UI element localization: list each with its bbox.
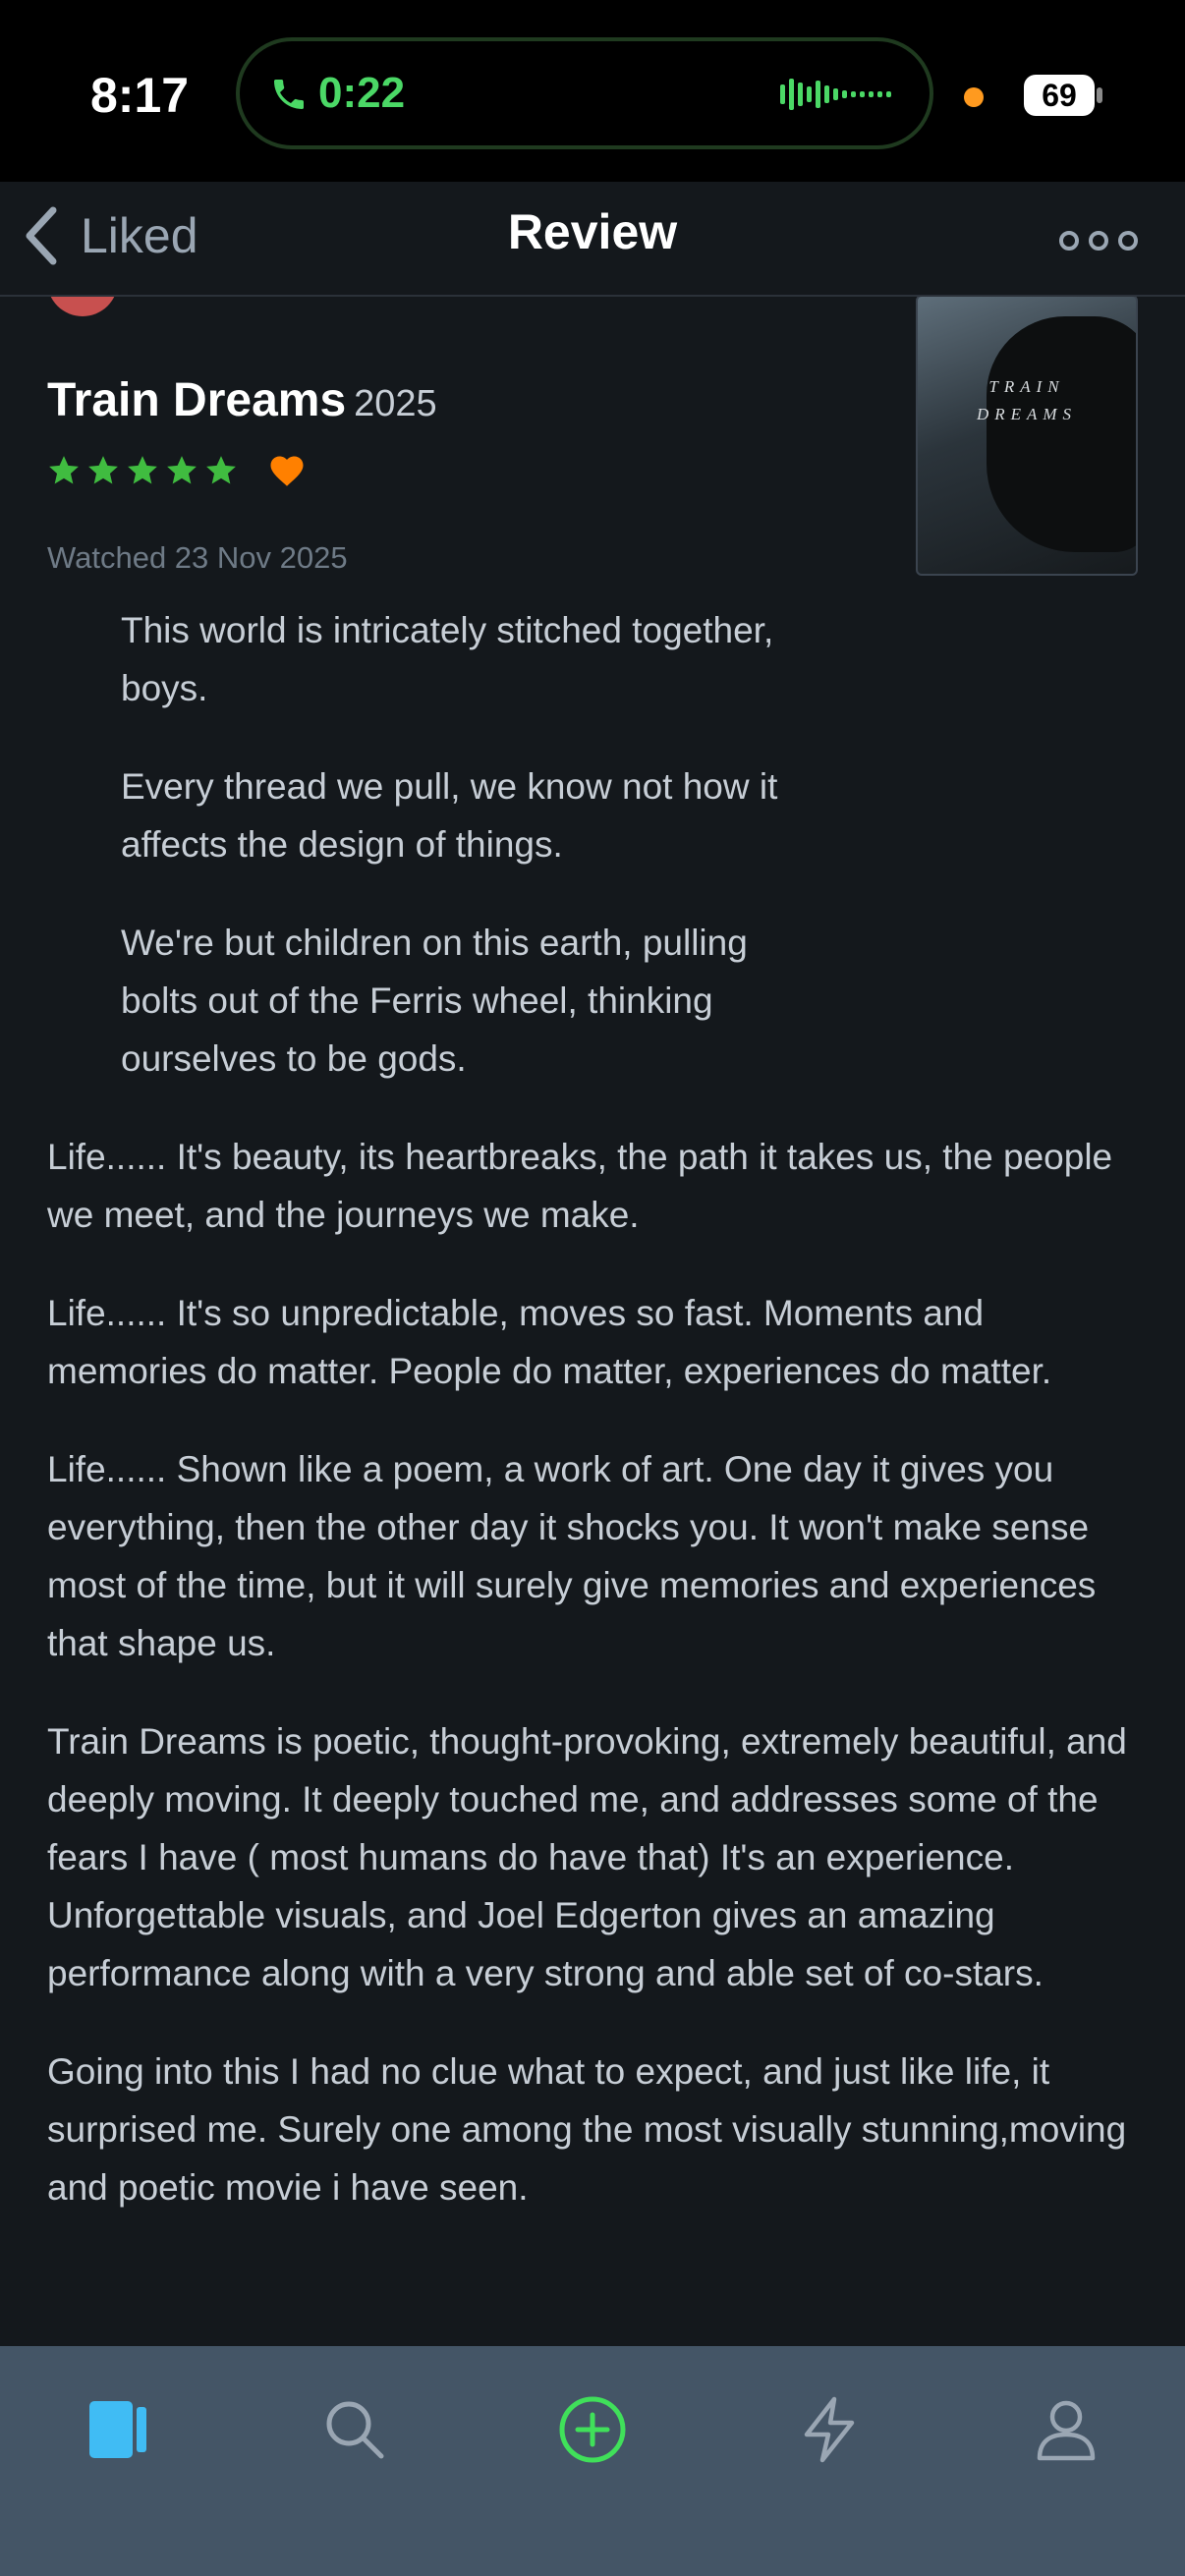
review-screen: 8:17 0:22 69 Liked Review TRAIN DREAMS T… bbox=[0, 0, 1185, 2576]
call-indicator[interactable]: 0:22 bbox=[236, 37, 933, 149]
film-year: 2025 bbox=[354, 383, 437, 424]
more-dot-icon bbox=[1059, 231, 1079, 251]
film-title-link[interactable]: Train Dreams 2025 bbox=[47, 373, 437, 427]
star-icon bbox=[206, 456, 236, 484]
review-paragraph: Train Dreams is poetic, thought-provokin… bbox=[47, 1721, 1127, 1993]
rating-row bbox=[47, 454, 305, 487]
activity-icon bbox=[804, 2396, 855, 2463]
mic-in-use-dot bbox=[964, 87, 984, 107]
tab-activity[interactable] bbox=[785, 2385, 874, 2474]
page-title: Review bbox=[507, 204, 678, 259]
nav-bar: Liked Review bbox=[0, 182, 1185, 297]
tab-films[interactable] bbox=[74, 2385, 162, 2474]
star-icon bbox=[49, 456, 79, 484]
review-quote: We're but children on this earth, pullin… bbox=[121, 923, 748, 1079]
add-log-icon bbox=[559, 2396, 626, 2463]
films-icon bbox=[89, 2401, 146, 2458]
battery-nub bbox=[1097, 87, 1102, 103]
review-paragraph: Life...... Shown like a poem, a work of … bbox=[47, 1449, 1097, 1663]
review-body: This world is intricately stitched toget… bbox=[47, 601, 1138, 2257]
audio-waveform-icon bbox=[780, 79, 891, 110]
review-content[interactable]: TRAIN DREAMS Train Dreams 2025 Watched 23… bbox=[0, 297, 1185, 2346]
avatar[interactable] bbox=[47, 297, 118, 316]
star-icon bbox=[128, 456, 157, 484]
review-paragraph: Life...... It's so unpredictable, moves … bbox=[47, 1293, 1052, 1391]
review-paragraph: Life...... It's beauty, its heartbreaks,… bbox=[47, 1137, 1113, 1235]
tab-search[interactable] bbox=[310, 2385, 399, 2474]
review-quote: Every thread we pull, we know not how it… bbox=[121, 766, 778, 865]
film-poster[interactable]: TRAIN DREAMS bbox=[916, 297, 1138, 576]
review-paragraph: Going into this I had no clue what to ex… bbox=[47, 2051, 1127, 2208]
heart-icon bbox=[270, 456, 304, 486]
battery-indicator: 69 bbox=[1024, 75, 1095, 116]
more-dot-icon bbox=[1118, 231, 1138, 251]
review-quote: This world is intricately stitched toget… bbox=[121, 610, 774, 708]
search-icon bbox=[326, 2401, 384, 2459]
more-options-button[interactable] bbox=[1059, 219, 1138, 258]
tab-bar bbox=[0, 2346, 1185, 2576]
tab-add[interactable] bbox=[548, 2385, 637, 2474]
star-icon bbox=[88, 456, 118, 484]
film-title: Train Dreams bbox=[47, 374, 347, 426]
more-dot-icon bbox=[1089, 231, 1108, 251]
status-time: 8:17 bbox=[90, 68, 190, 123]
tab-profile[interactable] bbox=[1022, 2385, 1110, 2474]
poster-silhouette bbox=[987, 316, 1136, 552]
watched-date: Watched 23 Nov 2025 bbox=[47, 540, 348, 575]
status-bar: 8:17 0:22 69 bbox=[0, 0, 1185, 182]
profile-icon bbox=[1037, 2400, 1096, 2461]
star-icon bbox=[167, 456, 197, 484]
call-duration: 0:22 bbox=[318, 69, 406, 117]
poster-title: TRAIN DREAMS bbox=[976, 377, 1078, 423]
phone-icon bbox=[274, 80, 304, 109]
